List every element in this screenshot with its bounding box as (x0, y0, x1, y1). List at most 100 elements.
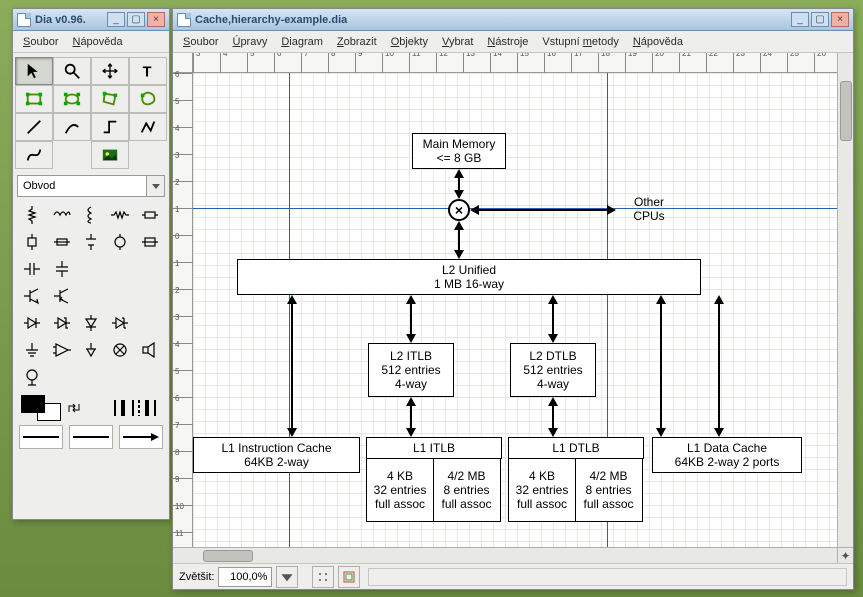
shape-lamp[interactable] (107, 338, 133, 362)
tool-bezier[interactable] (15, 141, 53, 169)
arrowhead-icon (548, 397, 558, 406)
shape-ground[interactable] (19, 338, 45, 362)
tool-text[interactable]: T (129, 57, 167, 85)
node-junction[interactable]: × (448, 199, 470, 221)
tool-beziergon[interactable] (129, 85, 167, 113)
line-start-style[interactable] (19, 425, 63, 449)
tool-zigzag[interactable] (91, 113, 129, 141)
shape-source-v[interactable] (107, 230, 133, 254)
shapeset-dropdown[interactable] (147, 175, 165, 197)
tool-polygon[interactable] (91, 85, 129, 113)
zoom-input[interactable] (218, 567, 272, 587)
menu-soubor[interactable]: Soubor (177, 34, 224, 50)
shapeset-label: Obvod (23, 180, 55, 192)
node-l2-dtlb[interactable]: L2 DTLB 512 entries 4-way (510, 343, 596, 397)
shape-battery[interactable] (78, 230, 104, 254)
tool-image[interactable] (91, 141, 129, 169)
maximize-button[interactable]: ▢ (127, 12, 145, 27)
maximize-button[interactable]: ▢ (811, 12, 829, 27)
connector[interactable] (660, 297, 662, 435)
tool-scroll[interactable] (91, 57, 129, 85)
node-l1-itlb[interactable]: L1 ITLB 4 KB 32 entries full assoc 4/2 M… (366, 437, 502, 522)
tool-arc[interactable] (53, 113, 91, 141)
snap-object-toggle[interactable] (338, 566, 360, 588)
canvas[interactable]: Main Memory <= 8 GB × Other CPUs L2 Unif… (193, 73, 837, 547)
shape-inductor[interactable] (48, 203, 74, 227)
shape-lamp-v[interactable] (19, 230, 45, 254)
node-main-memory[interactable]: Main Memory <= 8 GB (412, 133, 506, 169)
shape-resistor-box[interactable] (137, 203, 163, 227)
tool-box[interactable] (15, 85, 53, 113)
menu-vstupni[interactable]: Vstupní metody (536, 34, 624, 50)
menu-napoveda[interactable]: Nápověda (627, 34, 689, 50)
shape-inductor-v[interactable] (78, 203, 104, 227)
tool-zoom[interactable] (53, 57, 91, 85)
snap-grid-toggle[interactable] (312, 566, 334, 588)
connector[interactable] (472, 209, 614, 211)
tool-pointer[interactable] (15, 57, 53, 85)
arrowhead-icon (406, 428, 416, 437)
menu-objekty[interactable]: Objekty (385, 34, 434, 50)
scrollbar-horizontal[interactable] (173, 547, 837, 563)
shape-zener[interactable] (48, 311, 74, 335)
menu-nastroje[interactable]: Nástroje (481, 34, 534, 50)
line-end-style[interactable] (119, 425, 163, 449)
connector[interactable] (291, 297, 293, 435)
node-l2-itlb[interactable]: L2 ITLB 512 entries 4-way (368, 343, 454, 397)
shape-source-box[interactable] (137, 230, 163, 254)
arrowhead-icon (406, 397, 416, 406)
fg-bg-swatch[interactable] (21, 395, 61, 421)
connector[interactable] (718, 297, 720, 435)
shape-ground2[interactable] (78, 338, 104, 362)
arrowhead-icon (548, 428, 558, 437)
shape-npn[interactable] (19, 284, 45, 308)
node-l1-data[interactable]: L1 Data Cache 64KB 2-way 2 ports (652, 437, 802, 473)
line-dash-style[interactable] (69, 425, 113, 449)
zoom-dropdown[interactable] (276, 566, 298, 588)
arrowhead-icon (656, 428, 666, 437)
menu-vybrat[interactable]: Vybrat (436, 34, 479, 50)
menu-zobrazit[interactable]: Zobrazit (331, 34, 383, 50)
shape-cap-h[interactable] (19, 257, 45, 281)
ruler-vertical[interactable]: 6543210123456789101112 (173, 73, 193, 547)
ruler-horizontal[interactable]: 3456789101112131415161718192021222324252… (193, 53, 837, 73)
minimize-button[interactable]: _ (791, 12, 809, 27)
label-other-cpus[interactable]: Other CPUs (619, 195, 679, 223)
guide-v[interactable] (289, 73, 290, 547)
main-menubar: Soubor Úpravy Diagram Zobrazit Objekty V… (173, 31, 853, 53)
shape-schottky[interactable] (107, 311, 133, 335)
shape-diode-v[interactable] (78, 311, 104, 335)
node-l1-instr[interactable]: L1 Instruction Cache 64KB 2-way (193, 437, 360, 473)
menu-soubor[interactable]: Soubor (17, 34, 64, 50)
shape-pnp[interactable] (48, 284, 74, 308)
arrowhead-icon (714, 295, 724, 304)
tool-ellipse[interactable] (53, 85, 91, 113)
arrowhead-icon (714, 428, 724, 437)
menu-napoveda[interactable]: Nápověda (66, 34, 128, 50)
shape-speaker[interactable] (137, 338, 163, 362)
shape-microphone[interactable] (19, 365, 45, 389)
shapeset-combo[interactable]: Obvod (17, 175, 147, 197)
menu-diagram[interactable]: Diagram (275, 34, 329, 50)
main-titlebar[interactable]: Cache,hierarchy-example.dia _ ▢ × (173, 9, 853, 31)
minimize-button[interactable]: _ (107, 12, 125, 27)
shape-cap-v[interactable] (48, 257, 74, 281)
shape-diode[interactable] (19, 311, 45, 335)
shape-resistor-h[interactable] (107, 203, 133, 227)
shape-fuse[interactable] (48, 230, 74, 254)
nav-corner[interactable]: ✦ (837, 547, 853, 563)
node-l1-dtlb[interactable]: L1 DTLB 4 KB 32 entries full assoc 4/2 M… (508, 437, 644, 522)
menu-upravy[interactable]: Úpravy (226, 34, 273, 50)
app-icon (17, 13, 31, 27)
scrollbar-vertical[interactable] (837, 53, 853, 547)
line-patterns-icon[interactable] (111, 396, 161, 420)
toolbox-titlebar[interactable]: Dia v0.96. _ ▢ × (13, 9, 169, 31)
shape-resistor-v[interactable] (19, 203, 45, 227)
swap-colors-icon[interactable] (67, 401, 81, 415)
close-button[interactable]: × (831, 12, 849, 27)
close-button[interactable]: × (147, 12, 165, 27)
tool-polyline[interactable] (129, 113, 167, 141)
node-l2-unified[interactable]: L2 Unified 1 MB 16-way (237, 259, 701, 295)
tool-line[interactable] (15, 113, 53, 141)
shape-opamp[interactable] (48, 338, 74, 362)
